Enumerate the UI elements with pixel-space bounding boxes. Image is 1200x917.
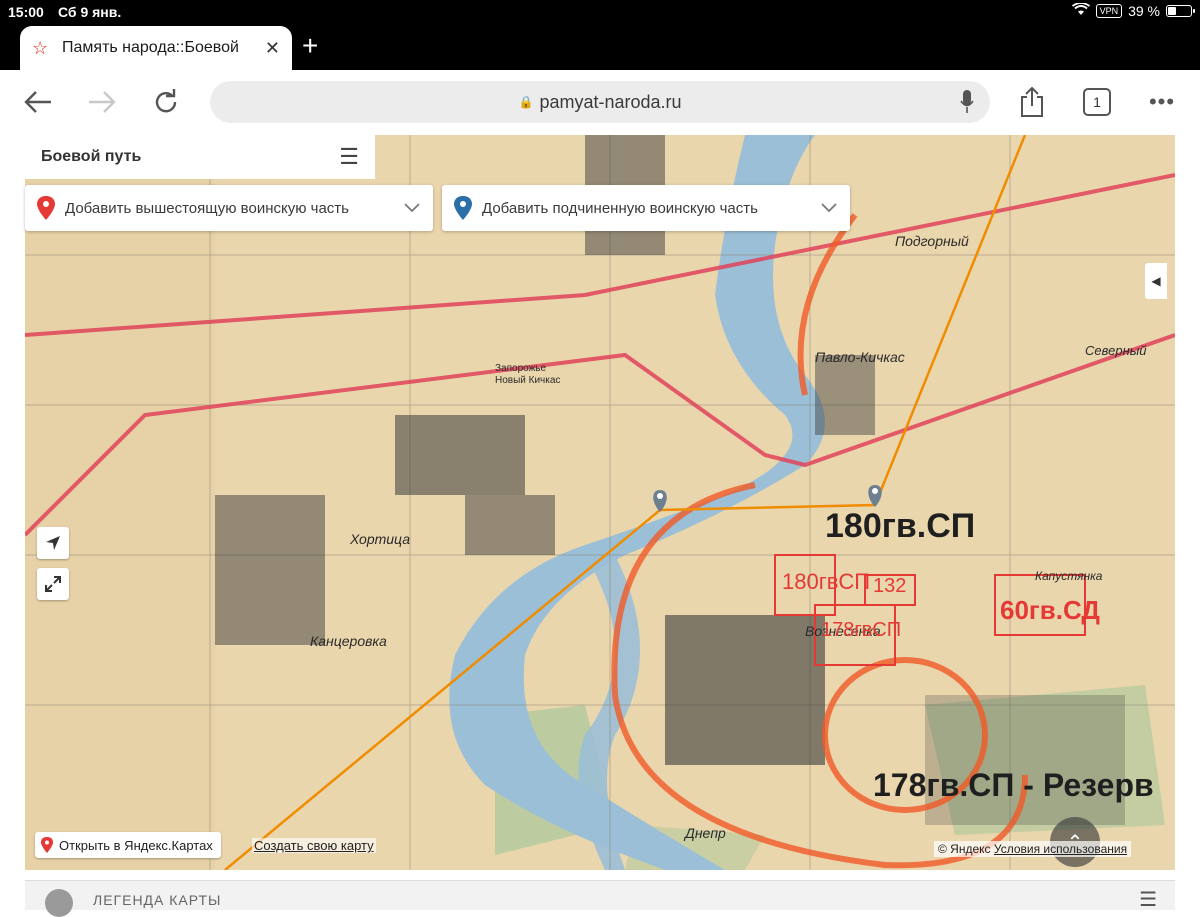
panel-title: Боевой путь xyxy=(41,148,142,165)
place-label: Северный xyxy=(1085,343,1147,358)
add-parent-unit-select[interactable]: Добавить вышестоящую воинскую часть xyxy=(25,185,433,231)
new-tab-button[interactable]: + xyxy=(302,30,318,62)
tab-title: Память народа::Боевой xyxy=(62,39,239,56)
microphone-icon[interactable] xyxy=(960,90,974,114)
more-menu-button[interactable]: ••• xyxy=(1142,82,1182,122)
historical-map xyxy=(25,135,1175,870)
red-pin-icon xyxy=(37,196,55,220)
chevron-down-icon xyxy=(821,203,837,213)
red-pin-icon xyxy=(41,837,53,853)
reload-button[interactable] xyxy=(146,82,186,122)
chevron-down-icon xyxy=(404,203,420,213)
unit-annotation: 178гвСП xyxy=(821,619,902,641)
reload-icon xyxy=(155,89,177,113)
place-label: Подгорный xyxy=(895,233,969,249)
expand-icon xyxy=(45,576,61,592)
terms-of-use-link[interactable]: Условия использования xyxy=(994,842,1127,856)
battery-icon xyxy=(1166,5,1195,17)
battery-percent: 39 % xyxy=(1128,3,1160,19)
parent-unit-label: Добавить вышестоящую воинскую часть xyxy=(65,199,349,217)
arrow-left-icon xyxy=(24,91,51,113)
legend-icon xyxy=(45,889,73,917)
unit-annotation: 178гв.СП - Резерв xyxy=(873,767,1154,803)
vpn-badge: VPN xyxy=(1095,4,1123,18)
place-label: Павло-Кичкас xyxy=(815,349,905,365)
child-unit-label: Добавить подчиненную воинскую часть xyxy=(482,199,758,217)
status-time: 15:00 xyxy=(8,4,44,20)
tabs-count-button[interactable]: 1 xyxy=(1083,88,1111,116)
star-icon: ☆ xyxy=(32,37,49,58)
share-icon xyxy=(1021,86,1043,117)
side-panel-toggle[interactable]: ◀ xyxy=(1145,263,1167,299)
address-bar[interactable]: 🔒 pamyat-naroda.ru xyxy=(210,81,990,123)
open-in-yandex-maps-button[interactable]: Открыть в Яндекс.Картах xyxy=(35,832,221,858)
map-attribution: © Яндекс Условия использования xyxy=(934,841,1132,857)
location-arrow-icon xyxy=(46,536,60,550)
legend-label: ЛЕГЕНДА КАРТЫ xyxy=(93,892,222,908)
unit-annotation: 132 xyxy=(873,575,907,597)
back-button[interactable] xyxy=(18,82,58,122)
forward-button[interactable] xyxy=(82,82,122,122)
share-button[interactable] xyxy=(1012,82,1052,122)
browser-tab[interactable]: ☆ Память народа::Боевой ✕ xyxy=(20,26,292,70)
lock-icon: 🔒 xyxy=(518,95,534,109)
chevron-left-icon: ◀ xyxy=(1151,274,1161,288)
url-text: pamyat-naroda.ru xyxy=(539,91,682,112)
status-bar: 15:00 Сб 9 янв. VPN 39 % xyxy=(0,0,1200,24)
place-label: Запорожье xyxy=(495,363,547,374)
create-map-link[interactable]: Создать свою карту xyxy=(252,838,376,853)
geolocation-button[interactable] xyxy=(37,527,69,559)
place-label: Днепр xyxy=(685,825,726,841)
status-date: Сб 9 янв. xyxy=(58,4,122,20)
wifi-icon xyxy=(1071,2,1090,19)
map-section: Подгорный Павло-Кичкас Северный Запорожь… xyxy=(0,135,1200,917)
blue-pin-icon xyxy=(454,196,472,220)
map-canvas[interactable]: Подгорный Павло-Кичкас Северный Запорожь… xyxy=(25,135,1175,870)
place-label: Капустянка xyxy=(1035,569,1103,583)
fullscreen-button[interactable] xyxy=(37,568,69,600)
unit-annotation: 180гвСП xyxy=(782,569,871,594)
battle-path-panel: Боевой путь ☰ xyxy=(25,135,375,179)
place-label: Канцеровка xyxy=(310,633,387,649)
map-legend-bar[interactable]: ЛЕГЕНДА КАРТЫ ☰ xyxy=(25,880,1175,917)
browser-toolbar: 🔒 pamyat-naroda.ru 1 ••• xyxy=(0,70,1200,135)
open-in-yandex-label: Открыть в Яндекс.Картах xyxy=(59,837,213,853)
attribution-copyright: © Яндекс xyxy=(938,842,991,856)
place-label: Новый Кичкас xyxy=(495,375,561,386)
arrow-right-icon xyxy=(89,91,116,113)
hamburger-menu-icon[interactable]: ☰ xyxy=(339,144,359,170)
unit-annotation: 60гв.СД xyxy=(1000,595,1100,625)
place-label: Хортица xyxy=(350,531,410,547)
unit-annotation: 180гв.СП xyxy=(825,507,976,545)
add-child-unit-select[interactable]: Добавить подчиненную воинскую часть xyxy=(442,185,850,231)
close-icon[interactable]: ✕ xyxy=(260,38,280,59)
